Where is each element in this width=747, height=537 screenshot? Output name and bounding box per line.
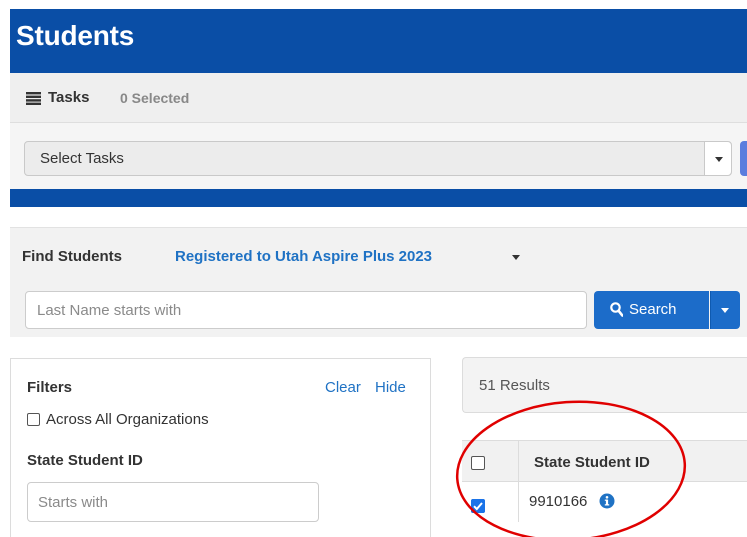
search-icon (610, 302, 623, 317)
clear-filters-link[interactable]: Clear (325, 379, 361, 396)
row-select-cell (462, 482, 519, 522)
across-all-organizations-label[interactable]: Across All Organizations (46, 411, 209, 428)
search-button[interactable]: Search (594, 291, 709, 329)
across-all-organizations-checkbox[interactable] (27, 413, 40, 426)
page-title: Students (16, 20, 135, 51)
state-student-id-cell: 9910166 (529, 493, 588, 510)
row-checkbox-checked[interactable] (471, 499, 485, 513)
tasks-select-value: Select Tasks (40, 150, 124, 167)
tasks-select[interactable]: Select Tasks (24, 141, 732, 176)
info-icon[interactable] (599, 493, 615, 509)
results-count: 51 Results (479, 377, 550, 394)
last-name-search-input[interactable] (25, 291, 587, 329)
tasks-go-button[interactable] (740, 141, 747, 176)
registration-scope-dropdown[interactable]: Registered to Utah Aspire Plus 2023 (175, 248, 432, 265)
hide-filters-link[interactable]: Hide (375, 379, 406, 396)
search-button-label: Search (629, 301, 677, 318)
filters-panel: Filters Clear Hide Across All Organizati… (10, 358, 431, 537)
tasks-label: Tasks (48, 89, 90, 106)
list-icon (26, 92, 41, 105)
find-students-label: Find Students (22, 248, 122, 265)
state-student-id-column-header[interactable]: State Student ID (534, 454, 650, 471)
caret-down-icon[interactable] (512, 255, 520, 260)
select-all-cell (462, 441, 519, 481)
select-all-checkbox[interactable] (471, 456, 485, 470)
results-table: State Student ID 9910166 (462, 440, 747, 537)
find-students-panel: Find Students Registered to Utah Aspire … (10, 227, 747, 337)
state-student-id-filter-input[interactable] (27, 482, 319, 522)
tasks-panel: Tasks 0 Selected Select Tasks (10, 73, 747, 189)
table-row: 9910166 (462, 482, 747, 522)
search-options-toggle[interactable] (710, 291, 740, 329)
tasks-bar: Tasks 0 Selected (10, 73, 747, 123)
filters-title: Filters (27, 379, 73, 396)
results-bar: 51 Results (462, 357, 747, 413)
table-header-row: State Student ID (462, 440, 747, 482)
chevron-down-icon[interactable] (704, 142, 731, 175)
state-student-id-filter-label: State Student ID (27, 452, 143, 469)
tasks-selected-count: 0 Selected (120, 90, 190, 106)
page-header: Students Tasks 0 Selected Select Tasks (10, 9, 747, 207)
